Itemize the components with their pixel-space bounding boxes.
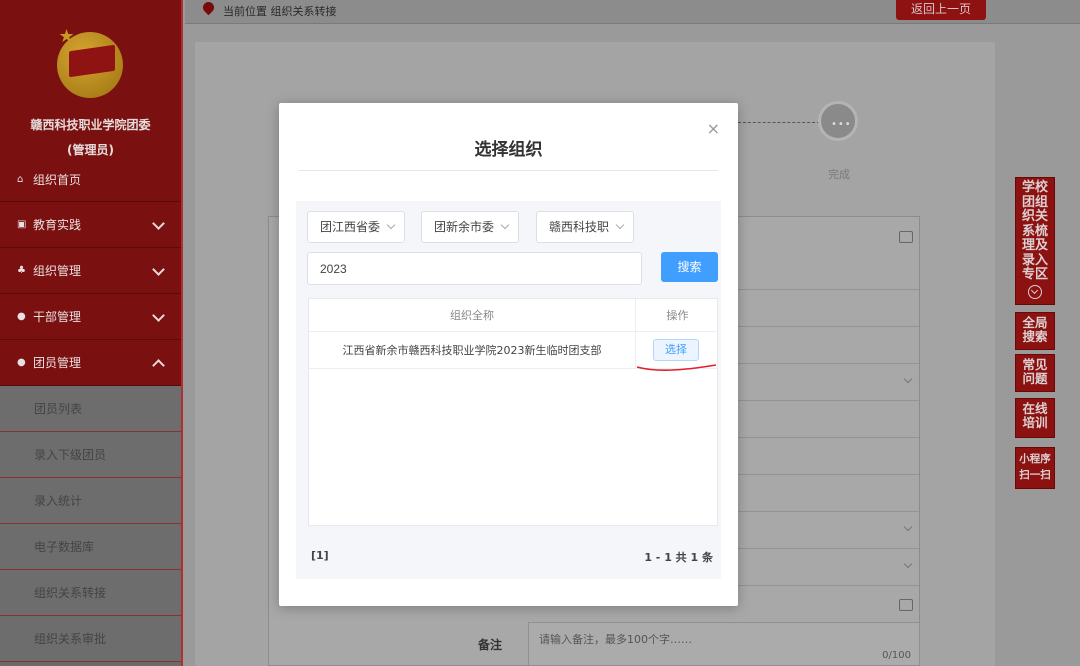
school-select-value: 赣西科技职业学院 [549, 220, 609, 234]
sidebar-subitem-member-list[interactable]: 团员列表 [0, 386, 181, 432]
sidebar-item-label: 组织首页 [33, 173, 82, 187]
sidebar-subitem-transfer[interactable]: 组织关系转接 [0, 570, 181, 616]
special-zone-label: 学校团组织关系梳理及录入专区 [1021, 180, 1048, 282]
step-done-circle: ••• [818, 101, 858, 141]
sidebar-item-label: 教育实践 [33, 218, 82, 232]
search-button[interactable]: 搜索 [661, 252, 718, 282]
chevron-down-icon [386, 220, 396, 230]
sidebar-subitem-enter-member[interactable]: 录入下级团员 [0, 432, 181, 478]
chevron-down-icon [152, 263, 165, 276]
sidebar-subitem-stats[interactable]: 录入统计 [0, 478, 181, 524]
province-select-value: 团江西省委 [320, 220, 381, 234]
users-icon: ● [17, 311, 26, 322]
annotation-underline-stroke [636, 364, 717, 371]
city-select[interactable]: 团新余市委 [421, 211, 519, 243]
chevron-down-icon [615, 220, 625, 230]
special-zone-button[interactable]: 学校团组织关系梳理及录入专区 [1015, 177, 1055, 305]
pager-total: 1 - 1 共 1 条 [644, 551, 713, 564]
select-org-dialog: 选择组织 × 团江西省委 团新余市委 赣西科技职业学院 搜索 组织全称 操作 江… [279, 103, 738, 606]
chevron-up-icon [152, 359, 165, 372]
dialog-divider [299, 170, 718, 171]
org-role: (管理员) [67, 143, 114, 157]
step-done-label: 完成 [828, 168, 850, 181]
global-search-button[interactable]: 全局搜索 [1015, 312, 1055, 350]
sidebar-item-member-manage[interactable]: ● 团员管理 [0, 340, 181, 386]
column-header-action: 操作 [666, 309, 689, 322]
chevron-down-icon [903, 374, 913, 384]
step-connector [738, 122, 820, 123]
city-select-value: 团新余市委 [434, 220, 495, 234]
sidebar-item-home[interactable]: ⌂ 组织首页 [0, 158, 181, 202]
sidebar: ★ 赣西科技职业学院团委 (管理员) ⌂ 组织首页 ▣ 教育实践 ♣ 组织管理 … [0, 0, 183, 666]
chevron-down-icon [903, 559, 913, 569]
sidebar-item-education[interactable]: ▣ 教育实践 [0, 202, 181, 248]
dots-icon: ••• [831, 119, 852, 130]
location-pin-icon [200, 0, 217, 16]
chevron-down-icon [500, 220, 510, 230]
close-icon[interactable]: × [707, 119, 720, 138]
online-training-button[interactable]: 在线培训 [1015, 398, 1055, 438]
sidebar-item-label: 团员管理 [33, 356, 82, 370]
org-full-name-cell: 江西省新余市赣西科技职业学院2023新生临时团支部 [309, 332, 636, 369]
sidebar-subitem-approval[interactable]: 组织关系审批 [0, 616, 181, 662]
edit-icon[interactable] [899, 599, 913, 611]
chevron-down-icon [152, 217, 165, 230]
users-icon: ● [17, 357, 26, 368]
edit-square-icon: ▣ [17, 219, 27, 230]
sidebar-item-label: 组织管理 [33, 264, 82, 278]
org-table: 组织全称 操作 江西省新余市赣西科技职业学院2023新生临时团支部 选择 [308, 298, 718, 526]
home-icon: ⌂ [17, 174, 24, 185]
school-select[interactable]: 赣西科技职业学院 [536, 211, 634, 243]
logo-star-icon: ★ [58, 26, 75, 47]
org-search-input[interactable] [307, 252, 642, 285]
chevron-down-icon [152, 309, 165, 322]
mini-program-qr-button[interactable]: 小程序扫一扫 [1015, 447, 1055, 489]
column-header-org-name: 组织全称 [309, 299, 636, 332]
circle-chevron-down-icon [1028, 284, 1042, 299]
edit-icon[interactable] [899, 231, 913, 243]
sitemap-icon: ♣ [17, 265, 26, 276]
breadcrumb: 当前位置 组织关系转接 [223, 5, 337, 18]
top-bar: 当前位置 组织关系转接 返回上一页 [185, 0, 1080, 24]
remark-label: 备注 [478, 638, 503, 652]
youth-league-logo: ★ [53, 26, 129, 102]
org-name: 赣西科技职业学院团委 [30, 118, 151, 132]
back-button[interactable]: 返回上一页 [896, 0, 986, 20]
province-select[interactable]: 团江西省委 [307, 211, 405, 243]
sidebar-subitem-database[interactable]: 电子数据库 [0, 524, 181, 570]
annotation-underline [636, 364, 717, 371]
dialog-title: 选择组织 [474, 140, 543, 160]
remark-char-count: 0/100 [882, 650, 911, 661]
sidebar-header: ★ 赣西科技职业学院团委 (管理员) [0, 0, 181, 158]
sidebar-item-cadre-manage[interactable]: ● 干部管理 [0, 294, 181, 340]
remark-textarea[interactable]: 请输入备注，最多100个字…… 0/100 [528, 622, 920, 666]
faq-button[interactable]: 常见问题 [1015, 354, 1055, 392]
table-header: 组织全称 操作 [309, 299, 717, 332]
chevron-down-icon [903, 522, 913, 532]
sidebar-item-label: 干部管理 [33, 310, 82, 324]
choose-org-button[interactable]: 选择 [653, 339, 699, 361]
remark-placeholder: 请输入备注，最多100个字…… [539, 633, 692, 646]
sidebar-item-org-manage[interactable]: ♣ 组织管理 [0, 248, 181, 294]
pager-current-page[interactable]: [1] [311, 549, 329, 562]
